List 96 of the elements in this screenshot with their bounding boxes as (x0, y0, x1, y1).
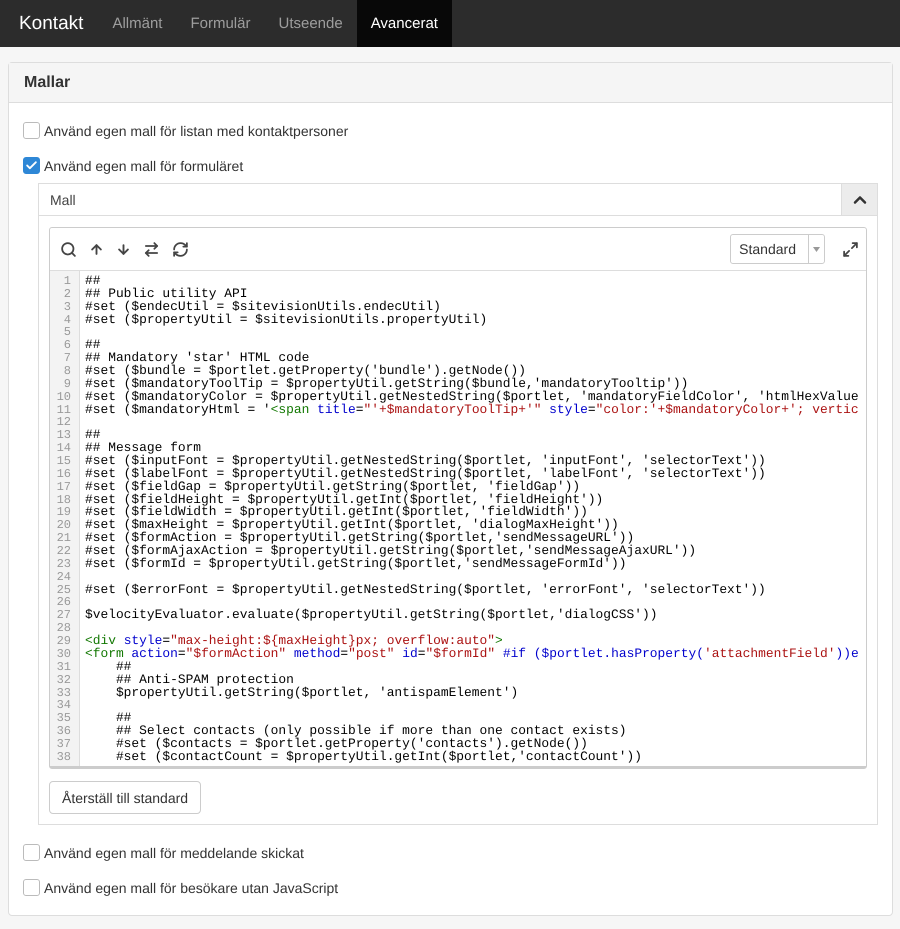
code-line: #set ($mandatoryHtml = '<span title="'+$mandatoryToolTip+'" style="color:'+$mandatoryColor+'; vertic (85, 404, 860, 416)
arrow-down-icon[interactable] (116, 242, 131, 256)
template-title: Mall (49, 190, 77, 210)
line-number: 10 (56, 390, 72, 404)
collapse-button[interactable] (841, 184, 877, 215)
line-number: 25 (56, 584, 72, 596)
line-number: 23 (56, 558, 72, 571)
line-number: 7 (62, 352, 72, 366)
nav-tab[interactable]: Formulär (176, 0, 264, 47)
line-number: 17 (56, 480, 72, 494)
line-number: 36 (56, 725, 72, 738)
code-line: #set ($inputFont = $propertyUtil.getNestedString($portlet, 'inputFont', 'selectorText')) (85, 455, 767, 468)
code-line: <div style="max-height:${maxHeight}px; overflow:auto"> (85, 635, 503, 648)
code-line: #set ($formAjaxAction = $propertyUtil.getString($portlet,'sendMessageAjaxURL')) (85, 545, 698, 558)
line-number: 19 (56, 506, 72, 520)
line-number: 35 (56, 712, 72, 726)
line-number: 2 (62, 288, 72, 301)
code-line: ## (114, 712, 132, 726)
line-number: 15 (56, 455, 72, 468)
check-icon (25, 159, 38, 172)
line-number: 37 (56, 738, 72, 751)
code-line: #set ($errorFont = $propertyUtil.getNestedString($portlet, 'errorFont', 'selectorText')) (85, 584, 767, 596)
line-number: 32 (56, 674, 72, 686)
nav-tab[interactable]: Avancerat (356, 0, 452, 47)
swap-arrows-icon[interactable] (143, 240, 160, 258)
checkbox-label: Använd egen mall för formuläret (44, 158, 244, 174)
code-line: ## Public utility API (85, 288, 248, 301)
line-number: 34 (56, 699, 72, 712)
code-line: #set ($contactCount = $propertyUtil.getInt($portlet,'contactCount')) (114, 750, 643, 764)
code-line: #set ($mandatoryToolTip = $propertyUtil.getString($bundle,'mandatoryTooltip')) (85, 378, 688, 391)
line-number: 28 (56, 622, 72, 636)
arrow-up-icon[interactable] (89, 242, 104, 256)
line-number: 3 (62, 300, 72, 314)
checkbox-label: Använd egen mall för besökare utan JavaScript (44, 880, 338, 896)
line-number: 24 (56, 570, 72, 584)
code-line: #set ($fieldGap = $propertyUtil.getString($portlet, 'fieldGap')) (85, 480, 580, 494)
code-line: $velocityEvaluator.evaluate($propertyUtil.getString($portlet,'dialogCSS')) (85, 609, 658, 622)
line-number: 5 (62, 326, 72, 340)
line-number: 29 (56, 635, 72, 648)
checkbox-label: Använd egen mall för meddelande skickat (44, 844, 304, 860)
code-line: ## Mandatory 'star' HTML code (85, 352, 310, 366)
code-line: ## (114, 660, 132, 674)
line-number: 38 (56, 750, 72, 764)
code-line: #set ($endecUtil = $sitevisionUtils.endecUtil) (85, 300, 441, 314)
line-number: 9 (62, 378, 72, 391)
line-number: 21 (56, 532, 72, 546)
line-number: 16 (56, 468, 72, 481)
code-line: ## Anti-SPAM protection (114, 674, 294, 686)
nav-tab[interactable]: Utseende (264, 0, 357, 47)
code-line: $propertyUtil.getString($portlet, 'antispamElement') (114, 686, 520, 700)
caret-icon (813, 246, 820, 252)
code-line: ## (85, 275, 102, 288)
line-number: 26 (56, 596, 72, 610)
checkbox-label: Använd egen mall för listan med kontaktpersoner (44, 122, 348, 138)
refresh-icon[interactable] (172, 240, 189, 258)
code-line: ## (85, 429, 102, 442)
search-icon[interactable] (60, 240, 77, 258)
code-line: #set ($propertyUtil = $sitevisionUtils.propertyUtil) (85, 314, 488, 326)
brand-title: Kontakt (18, 12, 84, 36)
panel-title: Mallar (24, 74, 70, 92)
line-number: 11 (56, 404, 72, 416)
line-number: 1 (62, 275, 72, 288)
line-number: 12 (56, 416, 72, 430)
checkbox[interactable] (23, 844, 40, 861)
line-number: 14 (56, 442, 72, 456)
line-number: 22 (56, 545, 72, 558)
code-line: #set ($formAction = $propertyUtil.getString($portlet,'sendMessageURL')) (85, 532, 634, 546)
code-line: #set ($mandatoryColor = $propertyUtil.getNestedString($portlet, 'mandatoryFieldColor', 'htmlHexValue (85, 390, 860, 404)
code-line: #set ($maxHeight = $propertyUtil.getInt($portlet, 'dialogMaxHeight')) (85, 519, 619, 532)
line-number: 8 (62, 365, 72, 378)
line-number: 30 (56, 648, 72, 661)
reset-button[interactable]: Återställ till standard (49, 781, 202, 814)
code-line: ## (85, 339, 102, 352)
code-line: #set ($bundle = $portlet.getProperty('bundle').getNode()) (85, 365, 526, 378)
line-number: 33 (56, 686, 72, 700)
code-line: #set ($fieldHeight = $propertyUtil.getInt($portlet, 'fieldHeight')) (85, 494, 604, 506)
line-number: 4 (62, 314, 72, 326)
line-number: 6 (62, 339, 72, 352)
line-number: 20 (56, 519, 72, 532)
code-line: <form action="$formAction" method="post" id="$formId" #if ($portlet.hasProperty('attachmentField'))e (85, 648, 860, 661)
line-number: 18 (56, 494, 72, 506)
code-line: ## Message form (85, 442, 202, 456)
code-line: #set ($contacts = $portlet.getProperty('contacts').getNode()) (114, 738, 588, 751)
mode-select[interactable]: Standard (730, 234, 825, 264)
line-number: 13 (56, 429, 72, 442)
code-line: #set ($fieldWidth = $propertyUtil.getInt($portlet, 'fieldWidth')) (85, 506, 588, 520)
code-line: ## Select contacts (only possible if more than one contact exists) (114, 725, 628, 738)
checkbox[interactable] (23, 879, 40, 896)
expand-icon[interactable] (842, 240, 859, 258)
line-number: 27 (56, 609, 72, 622)
nav-tab[interactable]: Allmänt (98, 0, 176, 47)
code-line: #set ($formId = $propertyUtil.getString($portlet,'sendMessageFormId')) (85, 558, 626, 571)
checkbox[interactable] (23, 122, 40, 139)
code-line: #set ($labelFont = $propertyUtil.getNestedString($portlet, 'labelFont', 'selectorText')) (85, 468, 767, 481)
checkbox[interactable] (23, 157, 40, 174)
line-number: 31 (56, 660, 72, 674)
